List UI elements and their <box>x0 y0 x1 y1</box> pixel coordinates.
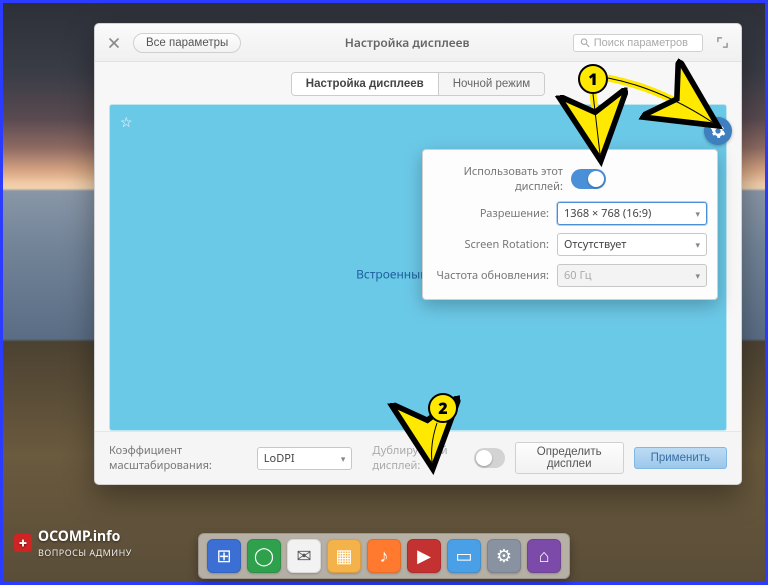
footer-bar: Коэффициент масштабирования: LoDPI▾ Дубл… <box>95 431 741 484</box>
tabs: Настройка дисплеев Ночной режим <box>95 62 741 104</box>
mirror-display-toggle[interactable] <box>474 448 504 468</box>
rotation-label: Screen Rotation: <box>464 237 549 252</box>
window-title: Настройка дисплеев <box>249 34 565 51</box>
chevron-down-icon: ▾ <box>695 238 700 251</box>
photos-icon[interactable]: ▭ <box>447 539 481 573</box>
dock: ⊞◯✉▦♪▶▭⚙⌂ <box>198 533 570 579</box>
detect-displays-button[interactable]: Определить дисплеи <box>515 442 624 474</box>
mirror-label: Дублируемый дисплей: <box>372 443 468 473</box>
tab-displays[interactable]: Настройка дисплеев <box>292 73 438 95</box>
display-settings-window: Все параметры Настройка дисплеев Настрой… <box>94 23 742 485</box>
resolution-select[interactable]: 1368 × 768 (16:9)▾ <box>557 202 707 225</box>
close-icon[interactable] <box>103 32 125 54</box>
apply-button[interactable]: Применить <box>634 447 727 469</box>
scale-select[interactable]: LoDPI▾ <box>257 447 353 470</box>
display-settings-popover: Использовать этот дисплей: Разрешение: 1… <box>422 149 718 300</box>
tab-night-light[interactable]: Ночной режим <box>438 73 545 95</box>
calendar-icon[interactable]: ▦ <box>327 539 361 573</box>
video-icon[interactable]: ▶ <box>407 539 441 573</box>
scale-label: Коэффициент масштабирования: <box>109 443 247 473</box>
back-all-settings-button[interactable]: Все параметры <box>133 33 241 53</box>
search-field[interactable] <box>573 34 703 52</box>
chevron-down-icon: ▾ <box>695 207 700 220</box>
chevron-down-icon: ▾ <box>695 269 700 282</box>
rotation-select[interactable]: Отсутствует▾ <box>557 233 707 256</box>
watermark-sub: ВОПРОСЫ АДМИНУ <box>38 546 132 559</box>
search-input[interactable] <box>594 37 696 49</box>
watermark: + OCOMP.info ВОПРОСЫ АДМИНУ <box>14 527 132 559</box>
use-display-toggle[interactable] <box>571 169 606 189</box>
display-arrangement-canvas[interactable]: ☆ Встроенный дисплей Использовать этот д… <box>109 104 727 431</box>
settings-icon[interactable]: ⚙ <box>487 539 521 573</box>
watermark-plus-icon: + <box>14 534 32 552</box>
mirror-display-group: Дублируемый дисплей: <box>372 443 504 473</box>
music-icon[interactable]: ♪ <box>367 539 401 573</box>
display-settings-gear-button[interactable] <box>704 117 732 145</box>
chevron-down-icon: ▾ <box>341 452 346 465</box>
refresh-select: 60 Гц▾ <box>557 264 707 287</box>
maximize-icon[interactable] <box>711 32 733 54</box>
titlebar: Все параметры Настройка дисплеев <box>95 24 741 62</box>
primary-display-star-icon: ☆ <box>120 113 133 132</box>
gear-icon <box>710 123 726 139</box>
browser-icon[interactable]: ◯ <box>247 539 281 573</box>
appcenter-icon[interactable]: ⌂ <box>527 539 561 573</box>
multitasking-icon[interactable]: ⊞ <box>207 539 241 573</box>
tab-segment: Настройка дисплеев Ночной режим <box>291 72 545 96</box>
use-display-label: Использовать этот дисплей: <box>433 164 563 194</box>
search-icon <box>580 37 590 48</box>
refresh-label: Частота обновления: <box>437 268 549 283</box>
watermark-brand: OCOMP.info <box>38 527 120 546</box>
mail-icon[interactable]: ✉ <box>287 539 321 573</box>
resolution-label: Разрешение: <box>480 206 549 221</box>
